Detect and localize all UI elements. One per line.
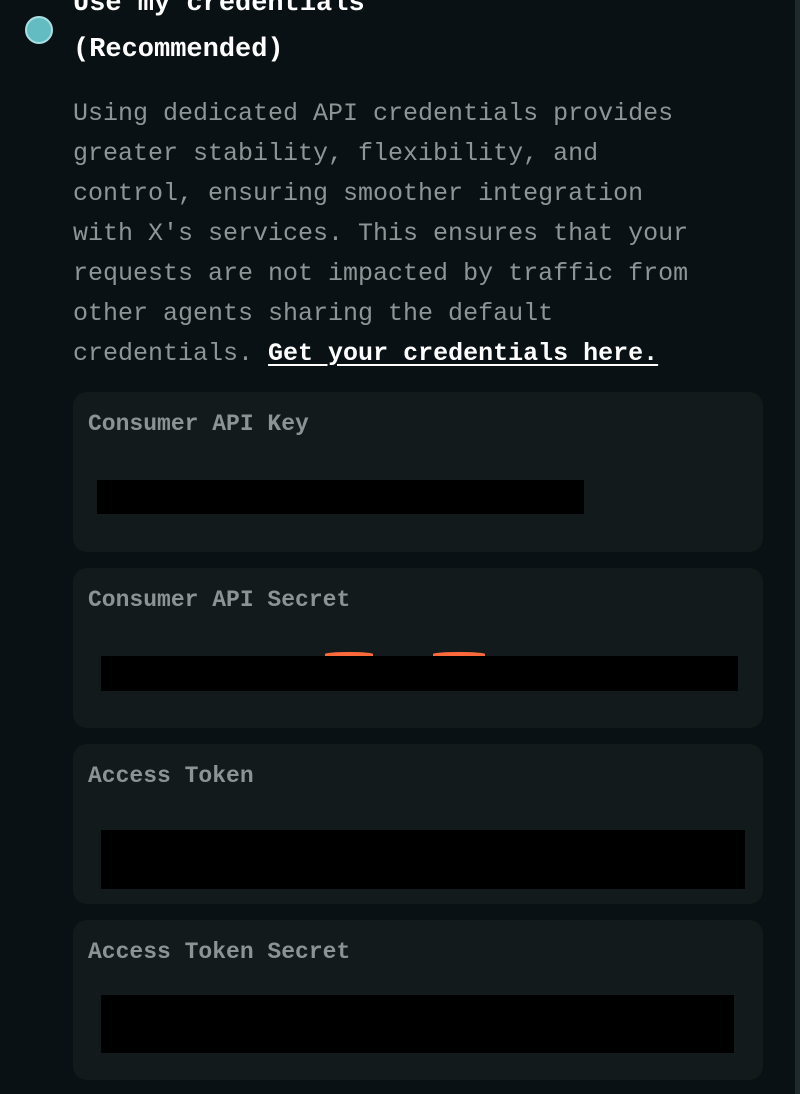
description-line-last: credentials. Get your credentials here. bbox=[73, 334, 793, 374]
description-line: control, ensuring smoother integration bbox=[73, 179, 644, 208]
option-description: Using dedicated API credentials provides… bbox=[73, 94, 793, 374]
consumer-api-key-label: Consumer API Key bbox=[88, 411, 309, 437]
description-line: requests are not impacted by traffic fro… bbox=[73, 259, 689, 288]
description-line: greater stability, flexibility, and bbox=[73, 139, 599, 168]
option-title[interactable]: Use my credentials (Recommended) bbox=[73, 0, 773, 73]
consumer-api-secret-input[interactable] bbox=[101, 656, 738, 691]
access-token-secret-input[interactable] bbox=[101, 995, 734, 1053]
consumer-api-key-input[interactable] bbox=[97, 480, 584, 514]
access-token-secret-card: Access Token Secret bbox=[73, 920, 763, 1080]
consumer-api-key-card: Consumer API Key bbox=[73, 392, 763, 552]
use-my-credentials-radio[interactable] bbox=[25, 16, 53, 44]
scrollbar-edge bbox=[795, 0, 800, 1094]
access-token-label: Access Token bbox=[88, 763, 254, 789]
description-line: Using dedicated API credentials provides bbox=[73, 99, 674, 128]
description-line: with X's services. This ensures that you… bbox=[73, 219, 689, 248]
consumer-api-secret-label: Consumer API Secret bbox=[88, 587, 351, 613]
description-last-text: credentials. bbox=[73, 339, 269, 368]
access-token-card: Access Token bbox=[73, 744, 763, 904]
description-line: other agents sharing the default bbox=[73, 299, 554, 328]
option-title-line2: (Recommended) bbox=[73, 35, 284, 65]
access-token-secret-label: Access Token Secret bbox=[88, 939, 351, 965]
get-credentials-link[interactable]: Get your credentials here. bbox=[268, 339, 658, 368]
consumer-api-secret-card: Consumer API Secret bbox=[73, 568, 763, 728]
access-token-input[interactable] bbox=[101, 830, 745, 889]
option-title-line1: Use my credentials bbox=[73, 0, 365, 19]
